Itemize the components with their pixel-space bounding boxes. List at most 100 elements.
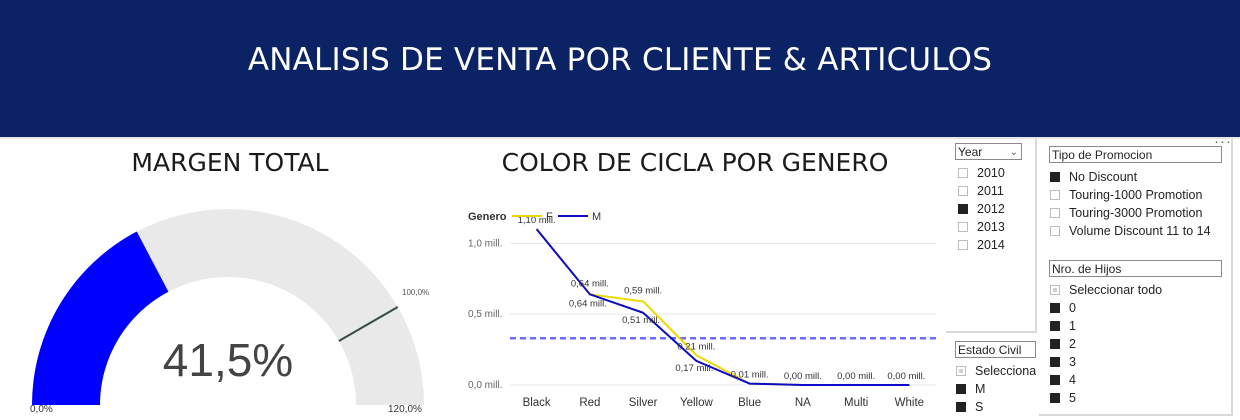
checkbox-icon[interactable] bbox=[1050, 171, 1060, 182]
hijos-item[interactable]: 0 bbox=[1050, 299, 1162, 317]
promocion-item[interactable]: Volume Discount 11 to 14 bbox=[1050, 222, 1211, 240]
promocion-items: No Discount Touring-1000 Promotion Touring… bbox=[1050, 168, 1211, 240]
year-item[interactable]: 2012 bbox=[958, 200, 1005, 218]
data-label: 0,00 mill. bbox=[837, 371, 875, 382]
promocion-item-label: Touring-1000 Promotion bbox=[1069, 188, 1203, 202]
data-label: 0,21 mill. bbox=[677, 341, 715, 352]
checkbox-icon[interactable] bbox=[1050, 392, 1060, 403]
checkbox-icon[interactable] bbox=[1050, 338, 1060, 349]
checkbox-icon[interactable] bbox=[1050, 302, 1060, 313]
legend-title: Genero bbox=[468, 211, 507, 223]
estado-civil-dropdown-label: Estado Civil bbox=[958, 343, 1022, 357]
gauge-min-label: 0,0% bbox=[30, 404, 53, 415]
promocion-item[interactable]: Touring-1000 Promotion bbox=[1050, 186, 1211, 204]
checkbox-icon[interactable] bbox=[1050, 374, 1060, 385]
estado-civil-slicer: Estado Civil Seleccionar todo MS bbox=[946, 337, 1036, 420]
hijos-dropdown-label: Nro. de Hijos bbox=[1052, 262, 1122, 276]
legend-item-f: F bbox=[546, 211, 553, 223]
checkbox-icon[interactable] bbox=[958, 203, 968, 214]
ellipsis-icon[interactable]: ··· bbox=[1214, 133, 1232, 150]
gauge-chart[interactable]: 41,5% 0,0% 120,0% 100,0% bbox=[0, 180, 460, 420]
year-item[interactable]: 2011 bbox=[958, 182, 1005, 200]
estado-civil-item[interactable]: Seleccionar todo bbox=[956, 362, 1036, 380]
x-tick-label: Multi bbox=[844, 397, 868, 409]
y-tick-label: 0,5 mill. bbox=[468, 309, 502, 320]
line-chart[interactable]: 0,0 mill. 0,5 mill. 1,0 mill. Black Red Silve… bbox=[460, 195, 945, 420]
data-label: 0,59 mill. bbox=[624, 285, 662, 296]
x-tick-label: NA bbox=[795, 397, 811, 409]
hijos-item[interactable]: 2 bbox=[1050, 335, 1162, 353]
hijos-dropdown[interactable]: Nro. de Hijos bbox=[1049, 260, 1222, 277]
promocion-item[interactable]: Touring-3000 Promotion bbox=[1050, 204, 1211, 222]
hijos-item[interactable]: 5 bbox=[1050, 389, 1162, 407]
promocion-slicer: Tipo de Promocion ··· No Discount Touring… bbox=[1039, 133, 1233, 416]
hijos-item[interactable]: 1 bbox=[1050, 317, 1162, 335]
data-label: 0,17 mill. bbox=[675, 363, 713, 374]
year-item-label: 2012 bbox=[977, 202, 1005, 216]
hijos-item-label: 2 bbox=[1069, 337, 1076, 351]
estado-civil-item-label: M bbox=[975, 382, 986, 396]
gauge-title: MARGEN TOTAL bbox=[131, 148, 329, 177]
checkbox-icon[interactable] bbox=[956, 401, 966, 412]
checkbox-icon[interactable] bbox=[1050, 207, 1060, 218]
checkbox-icon[interactable] bbox=[1050, 189, 1060, 200]
chart-title: COLOR DE CICLA POR GENERO bbox=[501, 148, 889, 177]
y-tick-label: 1,0 mill. bbox=[468, 238, 502, 249]
checkbox-icon[interactable] bbox=[1050, 225, 1060, 236]
y-tick-label: 0,0 mill. bbox=[468, 380, 502, 391]
hijos-item[interactable]: 4 bbox=[1050, 371, 1162, 389]
estado-civil-item[interactable]: S bbox=[956, 398, 1036, 416]
gauge-max-label: 120,0% bbox=[388, 404, 422, 415]
data-label: 0,64 mill. bbox=[569, 298, 607, 309]
gauge-fill bbox=[32, 231, 169, 405]
chevron-down-icon: ⌄ bbox=[1009, 147, 1018, 158]
x-tick-label: Red bbox=[579, 397, 600, 409]
legend-item-m: M bbox=[592, 211, 601, 223]
year-item-label: 2013 bbox=[977, 220, 1005, 234]
year-item[interactable]: 2013 bbox=[958, 218, 1005, 236]
checkbox-icon[interactable] bbox=[958, 239, 968, 250]
checkbox-icon[interactable] bbox=[958, 185, 968, 196]
hijos-item-label: 1 bbox=[1069, 319, 1076, 333]
hijos-items: Seleccionar todo 0 1 2 3 4 5 bbox=[1050, 281, 1162, 407]
data-label: 0,00 mill. bbox=[887, 371, 925, 382]
estado-civil-dropdown[interactable]: Estado Civil bbox=[955, 341, 1036, 358]
checkbox-icon[interactable] bbox=[956, 365, 966, 376]
x-tick-label: Black bbox=[523, 397, 551, 409]
x-tick-label: Yellow bbox=[680, 397, 714, 409]
year-item[interactable]: 2010 bbox=[958, 164, 1005, 182]
data-label: 0,51 mill. bbox=[622, 315, 660, 326]
checkbox-icon[interactable] bbox=[956, 383, 966, 394]
checkbox-icon[interactable] bbox=[958, 221, 968, 232]
promocion-dropdown[interactable]: Tipo de Promocion bbox=[1049, 146, 1222, 163]
year-item-label: 2014 bbox=[977, 238, 1005, 252]
data-label: 0,01 mill. bbox=[731, 370, 769, 381]
checkbox-icon[interactable] bbox=[1050, 284, 1060, 295]
year-items: 2010 2011 2012 2013 2014 bbox=[958, 164, 1005, 254]
estado-civil-item[interactable]: M bbox=[956, 380, 1036, 398]
hijos-item[interactable]: Seleccionar todo bbox=[1050, 281, 1162, 299]
data-label: 0,64 mill. bbox=[571, 278, 609, 289]
report-title: ANALISIS DE VENTA POR CLIENTE & ARTICULO… bbox=[247, 42, 993, 78]
estado-civil-items: Seleccionar todo MS bbox=[956, 362, 1036, 416]
estado-civil-item-label: Seleccionar todo bbox=[975, 364, 1036, 378]
hijos-item-label: 3 bbox=[1069, 355, 1076, 369]
x-tick-label: Blue bbox=[738, 397, 761, 409]
promocion-item-label: Volume Discount 11 to 14 bbox=[1069, 224, 1211, 238]
data-label: 0,00 mill. bbox=[784, 371, 822, 382]
year-slicer: Year ⌄ 2010 2011 2012 2013 2014 bbox=[946, 139, 1037, 333]
year-dropdown[interactable]: Year ⌄ bbox=[955, 143, 1022, 160]
hijos-item[interactable]: 3 bbox=[1050, 353, 1162, 371]
checkbox-icon[interactable] bbox=[1050, 320, 1060, 331]
year-item[interactable]: 2014 bbox=[958, 236, 1005, 254]
year-item-label: 2010 bbox=[977, 166, 1005, 180]
hijos-item-label: 0 bbox=[1069, 301, 1076, 315]
year-dropdown-label: Year bbox=[958, 145, 983, 159]
hijos-item-label: Seleccionar todo bbox=[1069, 283, 1163, 297]
checkbox-icon[interactable] bbox=[1050, 356, 1060, 367]
promocion-item-label: Touring-3000 Promotion bbox=[1069, 206, 1203, 220]
promocion-item[interactable]: No Discount bbox=[1050, 168, 1211, 186]
promocion-item-label: No Discount bbox=[1069, 170, 1138, 184]
checkbox-icon[interactable] bbox=[958, 167, 968, 178]
estado-civil-item-label: S bbox=[975, 400, 984, 414]
